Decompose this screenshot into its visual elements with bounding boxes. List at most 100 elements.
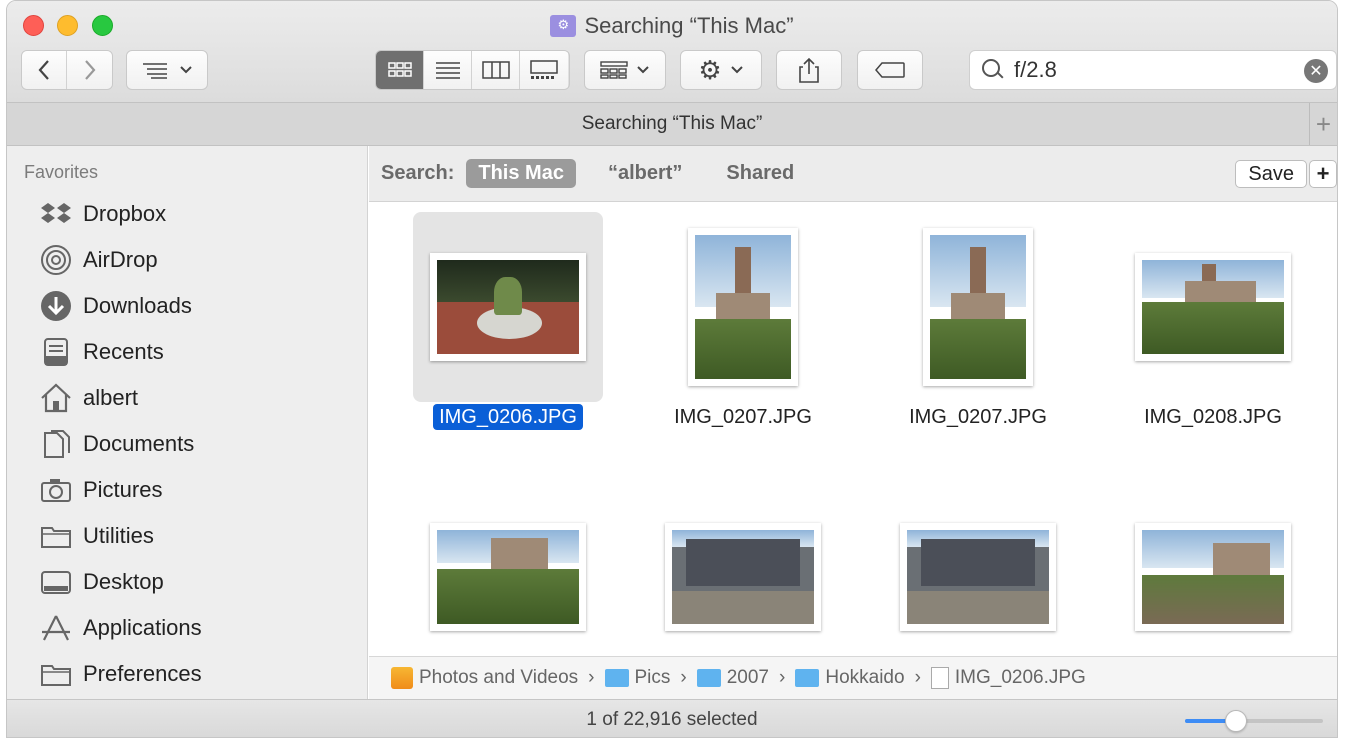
photo-thumbnail xyxy=(923,228,1033,386)
icon-grid-icon xyxy=(387,62,412,77)
recents-icon xyxy=(39,337,73,367)
arrange-button[interactable] xyxy=(584,50,666,90)
sidebar-item-albert[interactable]: albert xyxy=(7,375,367,421)
sidebar-item-label: Pictures xyxy=(83,477,163,502)
columns-icon xyxy=(481,61,510,79)
sidebar-item-applications[interactable]: Applications xyxy=(7,605,367,651)
scope-shared-button[interactable]: Shared xyxy=(714,159,806,188)
home-icon xyxy=(39,383,73,413)
file-thumbnail-wrap xyxy=(1118,212,1308,402)
sidebar-item-label: Downloads xyxy=(83,293,192,318)
path-item-2007[interactable]: 2007 xyxy=(696,667,769,689)
sidebar-item-desktop[interactable]: Desktop xyxy=(7,559,367,605)
file-item-img-0207-copy[interactable]: IMG_0207.JPG xyxy=(883,202,1083,442)
sidebar-item-label: Applications xyxy=(83,615,202,640)
folder-icon xyxy=(696,669,721,687)
sidebar-item-label: Recents xyxy=(83,339,164,364)
list-view-button[interactable] xyxy=(424,51,472,89)
dropbox-icon xyxy=(39,199,73,229)
folder-icon xyxy=(39,521,73,551)
back-button[interactable] xyxy=(22,51,68,89)
sidebar-item-label: Utilities xyxy=(83,523,154,548)
file-item-img-0206[interactable]: IMG_0206.JPG xyxy=(413,202,613,442)
downloads-icon xyxy=(39,291,73,321)
applications-icon xyxy=(39,613,73,643)
path-separator: › xyxy=(914,667,921,688)
sidebar-item-label: Preferences xyxy=(83,661,202,686)
file-thumbnail-wrap xyxy=(883,212,1073,402)
search-input[interactable]: f/2.8 xyxy=(1014,57,1057,83)
scope-this-mac-button[interactable]: This Mac xyxy=(466,159,576,188)
path-item-img-0206[interactable]: IMG_0206.JPG xyxy=(930,667,1086,689)
clear-search-button[interactable]: ✕ xyxy=(1304,59,1328,83)
action-button[interactable]: ⚙ xyxy=(680,50,762,90)
file-thumbnail-wrap xyxy=(648,212,838,402)
sidebar-item-dropbox[interactable]: Dropbox xyxy=(7,191,367,237)
new-tab-button[interactable]: + xyxy=(1309,103,1337,145)
folder-icon xyxy=(39,659,73,689)
save-search-button[interactable]: Save xyxy=(1235,160,1307,188)
sidebar-item-recents[interactable]: Recents xyxy=(7,329,367,375)
sidebar-item-label: Desktop xyxy=(83,569,164,594)
search-scope-bar: Search: This Mac “albert” Shared Save + xyxy=(369,146,1337,202)
gallery-icon xyxy=(530,60,558,79)
chevron-left-icon xyxy=(38,60,49,80)
chevron-down-icon xyxy=(180,66,192,74)
gallery-view-button[interactable] xyxy=(520,51,568,89)
file-item-img-0208[interactable]: IMG_0208.JPG xyxy=(1118,202,1318,442)
gear-icon: ⚙ xyxy=(698,54,722,85)
add-criteria-button[interactable]: + xyxy=(1309,160,1337,188)
tags-button[interactable] xyxy=(857,50,923,90)
sidebar-item-pictures[interactable]: Pictures xyxy=(7,467,367,513)
sidebar-item-airdrop[interactable]: AirDrop xyxy=(7,237,367,283)
chevron-down-icon xyxy=(730,66,743,74)
airdrop-icon xyxy=(39,245,73,275)
photo-thumbnail xyxy=(1135,523,1291,631)
file-thumbnail-wrap xyxy=(413,212,603,402)
share-icon xyxy=(799,57,819,83)
folder-icon xyxy=(604,669,629,687)
file-name: IMG_0206.JPG xyxy=(413,404,603,430)
path-item-hokkaido[interactable]: Hokkaido xyxy=(795,667,905,689)
file-item-img-0207[interactable]: IMG_0207.JPG xyxy=(648,202,848,442)
file-item[interactable] xyxy=(413,513,613,656)
file-item[interactable] xyxy=(1118,513,1318,656)
icon-size-slider[interactable] xyxy=(1185,710,1323,732)
sidebar-item-utilities[interactable]: Utilities xyxy=(7,513,367,559)
sidebar-item-documents[interactable]: Documents xyxy=(7,421,367,467)
sidebar-item-label: Dropbox xyxy=(83,201,167,226)
file-name: IMG_0207.JPG xyxy=(909,406,1047,428)
finder-window: Searching “This Mac” xyxy=(6,0,1338,738)
photo-thumbnail xyxy=(688,228,798,386)
path-separator: › xyxy=(588,667,595,688)
path-item-pics[interactable]: Pics xyxy=(604,667,670,689)
search-icon xyxy=(980,57,1006,83)
photo-thumbnail xyxy=(900,523,1056,631)
photo-thumbnail xyxy=(430,523,586,631)
path-item-photos-and-videos[interactable]: Photos and Videos xyxy=(391,667,578,689)
status-bar: 1 of 22,916 selected xyxy=(7,699,1337,737)
share-button[interactable] xyxy=(776,50,842,90)
sidebar-item-label: AirDrop xyxy=(83,247,158,272)
slider-knob[interactable] xyxy=(1225,710,1248,732)
sidebar-item-label: albert xyxy=(83,385,139,410)
forward-button[interactable] xyxy=(67,51,112,89)
tab-searching-this-mac[interactable]: Searching “This Mac” xyxy=(582,113,763,135)
file-item[interactable] xyxy=(883,513,1083,656)
window-title-wrap: Searching “This Mac” xyxy=(7,13,1337,39)
sidebar-item-downloads[interactable]: Downloads xyxy=(7,283,367,329)
drive-icon xyxy=(391,667,413,689)
arrange-grid-icon xyxy=(600,61,628,79)
scope-albert-button[interactable]: “albert” xyxy=(596,159,694,188)
sidebar-item-preferences[interactable]: Preferences xyxy=(7,651,367,697)
column-view-button[interactable] xyxy=(472,51,520,89)
icon-view-button[interactable] xyxy=(376,51,424,89)
selection-count: 1 of 22,916 selected xyxy=(586,708,758,730)
navigation-buttons xyxy=(21,50,113,90)
group-by-button[interactable] xyxy=(126,50,208,90)
documents-icon xyxy=(39,429,73,459)
file-item[interactable] xyxy=(648,513,848,656)
file-name: IMG_0208.JPG xyxy=(1144,406,1282,428)
sidebar: Favorites Dropbox AirDrop Downloads Rece… xyxy=(7,146,368,699)
search-field[interactable]: f/2.8 ✕ xyxy=(969,50,1337,90)
